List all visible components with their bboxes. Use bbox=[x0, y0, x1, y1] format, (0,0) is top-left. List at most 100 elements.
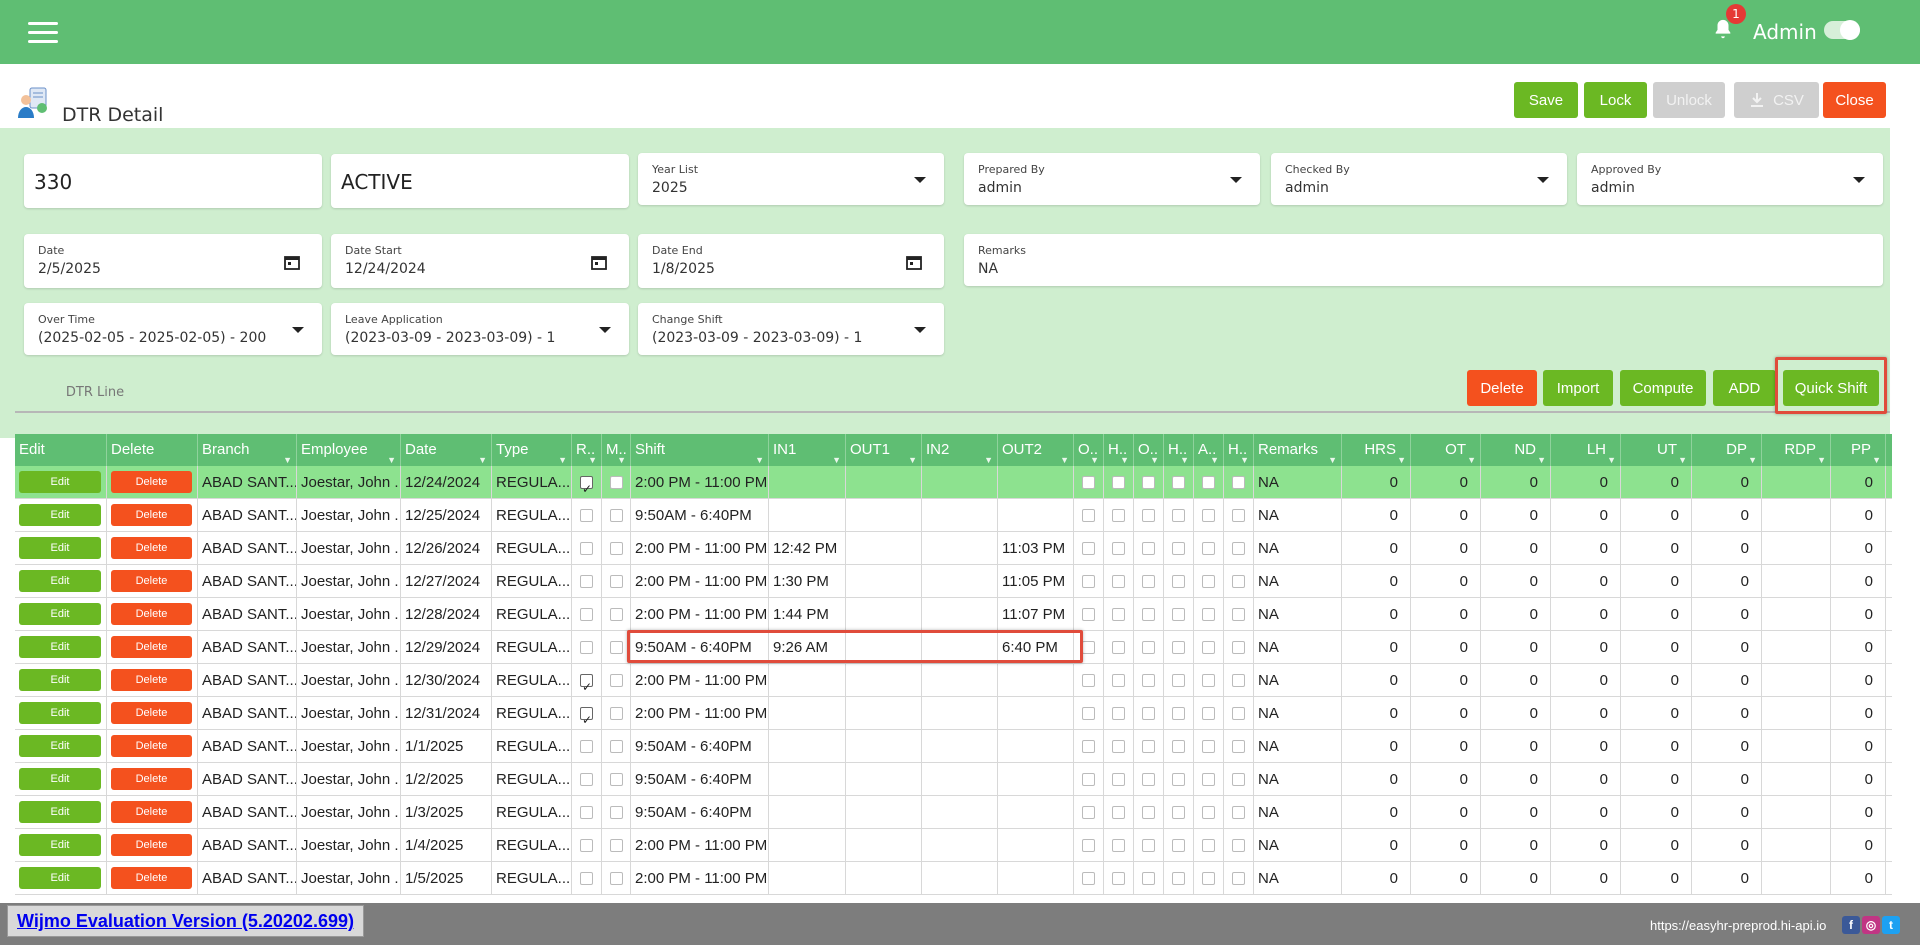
delete-line-button[interactable]: Delete bbox=[1467, 370, 1537, 406]
column-header[interactable]: M.. ▼ bbox=[602, 434, 631, 466]
filter-icon[interactable]: ▼ bbox=[1328, 444, 1337, 466]
date-end-field[interactable]: Date End 1/8/2025 bbox=[638, 234, 944, 288]
row-checkbox[interactable] bbox=[1112, 641, 1125, 654]
row-checkbox[interactable] bbox=[1232, 608, 1245, 621]
row-checkbox[interactable] bbox=[1202, 575, 1215, 588]
row-checkbox[interactable] bbox=[580, 773, 593, 786]
filter-icon[interactable]: ▼ bbox=[1120, 444, 1129, 466]
column-header[interactable]: OUT1 ▼ bbox=[846, 434, 922, 466]
row-delete-button[interactable]: Delete bbox=[111, 735, 192, 757]
row-checkbox[interactable] bbox=[580, 608, 593, 621]
lock-button[interactable]: Lock bbox=[1584, 82, 1647, 118]
filter-icon[interactable]: ▼ bbox=[387, 444, 396, 466]
column-header[interactable]: Employee ▼ bbox=[297, 434, 401, 466]
row-edit-button[interactable]: Edit bbox=[19, 504, 101, 526]
row-checkbox[interactable] bbox=[1172, 608, 1185, 621]
row-checkbox[interactable] bbox=[1232, 542, 1245, 555]
row-checkbox[interactable] bbox=[1232, 707, 1245, 720]
row-checkbox[interactable] bbox=[1142, 740, 1155, 753]
filter-icon[interactable]: ▼ bbox=[1607, 444, 1616, 466]
column-header[interactable]: H.. ▼ bbox=[1224, 434, 1254, 466]
row-edit-button[interactable]: Edit bbox=[19, 834, 101, 856]
row-checkbox[interactable] bbox=[610, 476, 623, 489]
column-header[interactable]: R.. ▼ bbox=[572, 434, 602, 466]
filter-icon[interactable]: ▼ bbox=[588, 444, 597, 466]
table-row[interactable]: Edit Delete ABAD SANT... Joestar, John . 1/1… bbox=[15, 730, 1892, 763]
row-checkbox[interactable] bbox=[1142, 509, 1155, 522]
change-shift-select[interactable]: Change Shift (2023-03-09 - 2023-03-09) -… bbox=[638, 303, 944, 355]
column-header[interactable]: OT ▼ bbox=[1411, 434, 1481, 466]
row-checkbox[interactable] bbox=[1232, 872, 1245, 885]
table-row[interactable]: Edit Delete ABAD SANT... Joestar, John . 12/… bbox=[15, 664, 1892, 697]
row-checkbox[interactable] bbox=[1202, 773, 1215, 786]
column-header[interactable]: Date ▼ bbox=[401, 434, 492, 466]
prepared-by-select[interactable]: Prepared By admin bbox=[964, 153, 1260, 205]
row-checkbox[interactable] bbox=[610, 608, 623, 621]
row-checkbox[interactable] bbox=[580, 671, 593, 697]
row-checkbox[interactable] bbox=[1112, 608, 1125, 621]
table-row[interactable]: Edit Delete ABAD SANT... Joestar, John . 1/4… bbox=[15, 829, 1892, 862]
row-checkbox[interactable] bbox=[1172, 806, 1185, 819]
row-edit-button[interactable]: Edit bbox=[19, 537, 101, 559]
row-checkbox[interactable] bbox=[1142, 806, 1155, 819]
row-checkbox[interactable] bbox=[1232, 773, 1245, 786]
row-checkbox[interactable] bbox=[1172, 575, 1185, 588]
row-checkbox[interactable] bbox=[1172, 674, 1185, 687]
table-row[interactable]: Edit Delete ABAD SANT... Joestar, John . 12/… bbox=[15, 565, 1892, 598]
row-checkbox[interactable] bbox=[580, 473, 593, 499]
row-edit-button[interactable]: Edit bbox=[19, 603, 101, 625]
row-checkbox[interactable] bbox=[1232, 641, 1245, 654]
filter-icon[interactable]: ▼ bbox=[1467, 444, 1476, 466]
row-checkbox[interactable] bbox=[580, 641, 593, 654]
row-checkbox[interactable] bbox=[610, 740, 623, 753]
column-header[interactable]: OUT2 ▼ bbox=[998, 434, 1074, 466]
row-checkbox[interactable] bbox=[1232, 806, 1245, 819]
column-header[interactable]: UT ▼ bbox=[1621, 434, 1692, 466]
table-row[interactable]: Edit Delete ABAD SANT... Joestar, John . 12/… bbox=[15, 532, 1892, 565]
row-delete-button[interactable]: Delete bbox=[111, 834, 192, 856]
filter-icon[interactable]: ▼ bbox=[1210, 444, 1219, 466]
row-edit-button[interactable]: Edit bbox=[19, 570, 101, 592]
row-checkbox[interactable] bbox=[1142, 773, 1155, 786]
csv-button[interactable]: CSV bbox=[1734, 82, 1819, 118]
row-checkbox[interactable] bbox=[1172, 542, 1185, 555]
filter-icon[interactable]: ▼ bbox=[984, 444, 993, 466]
column-header[interactable]: LH ▼ bbox=[1551, 434, 1621, 466]
facebook-icon[interactable]: f bbox=[1842, 916, 1860, 934]
filter-icon[interactable]: ▼ bbox=[832, 444, 841, 466]
row-checkbox[interactable] bbox=[610, 575, 623, 588]
column-header[interactable]: O.. ▼ bbox=[1134, 434, 1164, 466]
row-checkbox[interactable] bbox=[1202, 839, 1215, 852]
row-checkbox[interactable] bbox=[1202, 641, 1215, 654]
save-button[interactable]: Save bbox=[1514, 82, 1578, 118]
import-button[interactable]: Import bbox=[1543, 370, 1613, 406]
column-header[interactable]: Delete bbox=[107, 434, 198, 466]
row-checkbox[interactable] bbox=[1202, 674, 1215, 687]
row-checkbox[interactable] bbox=[1082, 476, 1095, 489]
row-delete-button[interactable]: Delete bbox=[111, 570, 192, 592]
row-edit-button[interactable]: Edit bbox=[19, 768, 101, 790]
row-delete-button[interactable]: Delete bbox=[111, 471, 192, 493]
row-delete-button[interactable]: Delete bbox=[111, 603, 192, 625]
row-checkbox[interactable] bbox=[1142, 476, 1155, 489]
remarks-field[interactable]: Remarks NA bbox=[964, 234, 1883, 286]
row-checkbox[interactable] bbox=[1142, 641, 1155, 654]
row-checkbox[interactable] bbox=[1082, 806, 1095, 819]
row-delete-button[interactable]: Delete bbox=[111, 768, 192, 790]
unlock-button[interactable]: Unlock bbox=[1653, 82, 1725, 118]
row-checkbox[interactable] bbox=[1082, 674, 1095, 687]
filter-icon[interactable]: ▼ bbox=[1150, 444, 1159, 466]
row-checkbox[interactable] bbox=[580, 509, 593, 522]
over-time-select[interactable]: Over Time (2025-02-05 - 2025-02-05) - 20… bbox=[24, 303, 322, 355]
table-row[interactable]: Edit Delete ABAD SANT... Joestar, John . 12/… bbox=[15, 466, 1892, 499]
row-checkbox[interactable] bbox=[610, 806, 623, 819]
row-checkbox[interactable] bbox=[1232, 509, 1245, 522]
filter-icon[interactable]: ▼ bbox=[1090, 444, 1099, 466]
row-checkbox[interactable] bbox=[1112, 542, 1125, 555]
filter-icon[interactable]: ▼ bbox=[478, 444, 487, 466]
filter-icon[interactable]: ▼ bbox=[908, 444, 917, 466]
row-checkbox[interactable] bbox=[1172, 773, 1185, 786]
column-header[interactable]: H.. ▼ bbox=[1104, 434, 1134, 466]
row-checkbox[interactable] bbox=[1202, 542, 1215, 555]
row-edit-button[interactable]: Edit bbox=[19, 669, 101, 691]
